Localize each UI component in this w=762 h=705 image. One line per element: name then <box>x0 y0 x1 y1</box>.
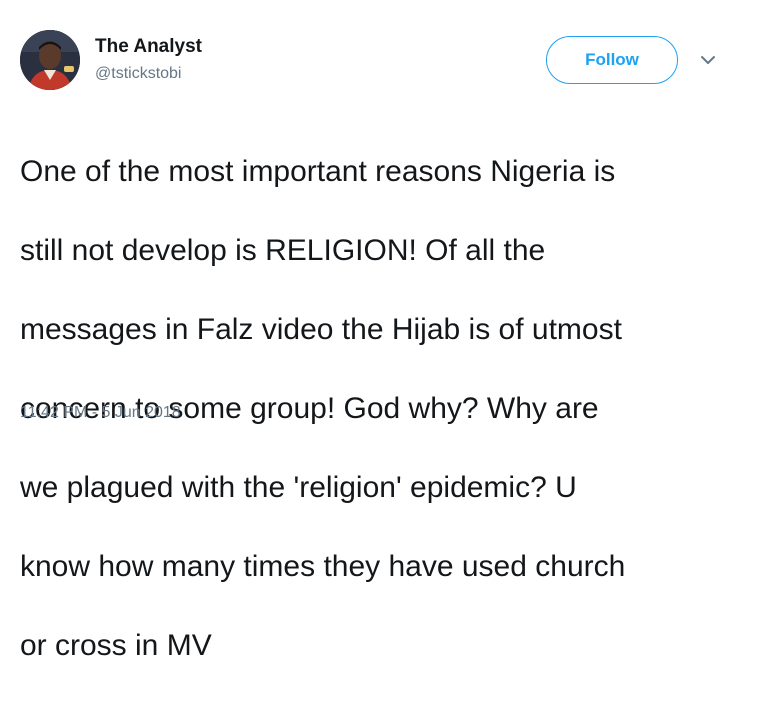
profile-photo-icon <box>20 30 80 90</box>
tweet-text-line: we plagued with the 'religion' epidemic?… <box>20 470 577 504</box>
tweet-text-line: messages in Falz video the Hijab is of u… <box>20 312 622 346</box>
tweet-text-line: still not develop is RELIGION! Of all th… <box>20 233 546 267</box>
tweet-text-line: One of the most important reasons Nigeri… <box>20 154 616 188</box>
tweet-text-line: or cross in MV <box>20 628 212 662</box>
tweet-text-line: know how many times they have used churc… <box>20 549 626 583</box>
avatar[interactable] <box>20 30 80 90</box>
chevron-down-icon[interactable] <box>698 52 718 68</box>
tweet-card: The Analyst @tstickstobi Follow One of t… <box>0 0 762 662</box>
follow-button[interactable]: Follow <box>546 36 678 84</box>
author-name[interactable]: The Analyst <box>95 36 202 58</box>
tweet-timestamp[interactable]: 11:42 PM - 5 Jun 2018 <box>20 403 181 423</box>
author-handle[interactable]: @tstickstobi <box>95 64 181 84</box>
